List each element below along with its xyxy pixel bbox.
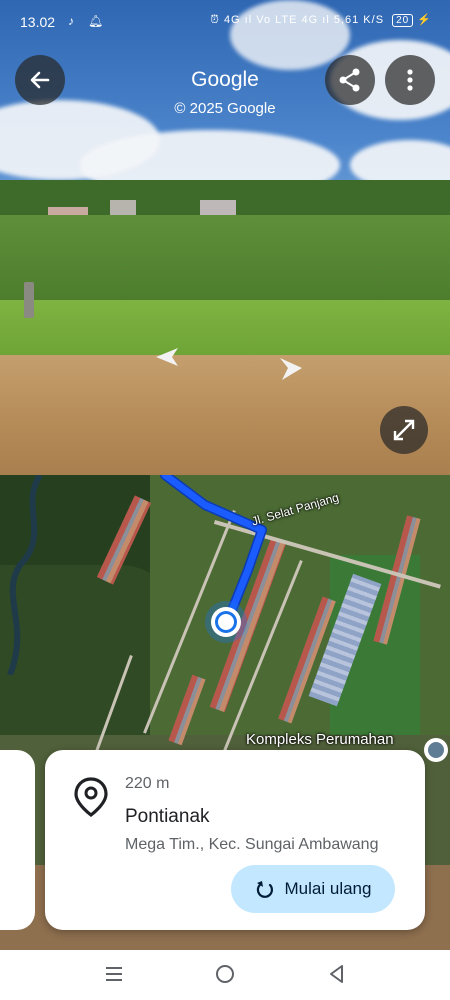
charging-icon: ⚡ bbox=[417, 14, 432, 26]
more-options-button[interactable] bbox=[385, 55, 435, 105]
copyright-text: © 2025 Google bbox=[174, 100, 276, 117]
place-address: Mega Tim., Kec. Sungai Ambawang bbox=[125, 836, 379, 853]
concrete-post bbox=[24, 282, 34, 318]
more-vert-icon bbox=[407, 69, 413, 91]
battery-indicator: 20 bbox=[392, 14, 414, 27]
poi-marker-icon[interactable] bbox=[423, 737, 449, 763]
page-title: Google bbox=[191, 68, 259, 91]
poi-label: Kompleks Perumahan bbox=[246, 731, 394, 748]
distance-text: 220 m bbox=[125, 775, 170, 792]
house bbox=[200, 200, 236, 216]
share-icon bbox=[339, 68, 360, 92]
bell-icon: 🔔︎ bbox=[88, 14, 104, 28]
current-location-icon bbox=[205, 601, 247, 643]
expand-icon bbox=[393, 419, 415, 441]
network-indicator: 4G ıl Vo LTE 4G ıl bbox=[223, 14, 330, 26]
status-indicators: ⏰︎ 4G ıl Vo LTE 4G ıl 5,61 K/S 20 ⚡ bbox=[210, 13, 432, 27]
restart-button[interactable]: Mulai ulang bbox=[231, 865, 395, 913]
back-nav-icon[interactable] bbox=[327, 964, 347, 984]
fullscreen-button[interactable] bbox=[380, 406, 428, 454]
location-pin-icon bbox=[74, 777, 108, 817]
recent-apps-icon[interactable] bbox=[104, 964, 124, 984]
status-bar: 13.02 ♪ 🔔︎ ⏰︎ 4G ıl Vo LTE 4G ıl 5,61 K/… bbox=[0, 0, 450, 44]
status-time: 13.02 bbox=[20, 14, 56, 30]
location-card[interactable]: 220 m Pontianak Mega Tim., Kec. Sungai A… bbox=[45, 750, 425, 930]
restart-icon bbox=[256, 881, 273, 898]
nav-arrow-right-icon[interactable] bbox=[276, 354, 306, 384]
alarm-icon: ⏰︎ bbox=[210, 14, 220, 26]
previous-card[interactable] bbox=[0, 750, 35, 930]
system-navigation-bar bbox=[0, 950, 450, 1000]
dirt-road bbox=[0, 355, 450, 475]
restart-label: Mulai ulang bbox=[284, 879, 372, 898]
share-button[interactable] bbox=[325, 55, 375, 105]
home-icon[interactable] bbox=[215, 964, 235, 984]
place-name: Pontianak bbox=[125, 806, 210, 827]
nav-arrow-left-icon[interactable] bbox=[152, 342, 182, 372]
network-speed: 5,61 K/S bbox=[333, 14, 385, 26]
tiktok-icon: ♪ bbox=[68, 14, 74, 28]
